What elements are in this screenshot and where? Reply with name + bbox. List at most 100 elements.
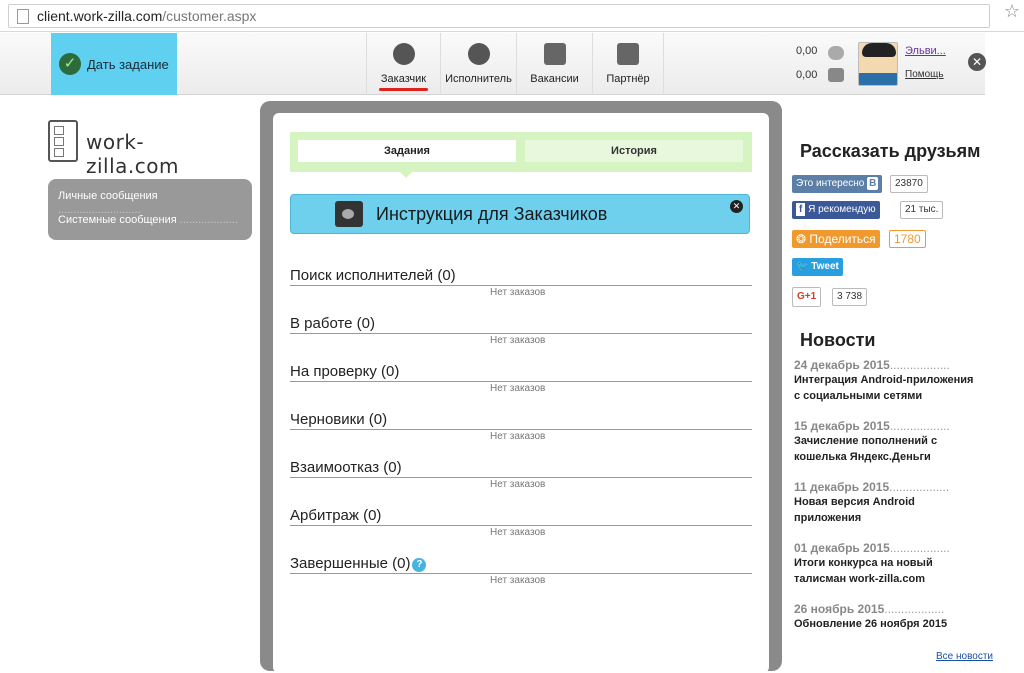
orders-section: На проверку (0) Нет заказов [290, 363, 752, 411]
section-title[interactable]: Арбитраж (0) [290, 507, 381, 524]
tab-performer[interactable]: Исполнитель [440, 33, 516, 95]
news-date: 24 декабрь 2015 [794, 358, 890, 372]
url-field[interactable]: client.work-zilla.com/customer.aspx [8, 4, 990, 28]
browser-address-bar: client.work-zilla.com/customer.aspx ☆ [0, 0, 1024, 32]
instruction-title: Инструкция для Заказчиков [376, 204, 608, 224]
section-title[interactable]: В работе (0) [290, 315, 375, 332]
news-text-line: кошелька Яндекс.Деньги [794, 451, 931, 463]
avatar-shirt [859, 73, 897, 85]
news-text-line: приложения [794, 512, 862, 524]
give-task-button[interactable]: ✓ Дать задание [51, 33, 177, 95]
news-date: 15 декабрь 2015 [794, 419, 890, 433]
section-title: Завершенные (0) [290, 555, 411, 572]
share-title: Рассказать друзьям [800, 141, 981, 161]
help-question-icon[interactable]: ? [412, 558, 427, 572]
orders-section: Черновики (0) Нет заказов [290, 411, 752, 459]
news-text-line: Интеграция Android-приложения [794, 374, 974, 386]
vk-share-label: Это интересно [796, 178, 865, 189]
orders-section: Взаимоотказ (0) Нет заказов [290, 459, 752, 507]
tab-customer[interactable]: Заказчик [366, 33, 440, 95]
main-panel-frame: Задания История Инструкция для Заказчико… [260, 101, 782, 673]
all-news-link[interactable]: Все новости [936, 651, 993, 662]
user-name-link[interactable]: Эльви... [905, 45, 946, 57]
avatar[interactable] [858, 42, 898, 86]
section-title[interactable]: Взаимоотказ (0) [290, 459, 402, 476]
wallet-icon [828, 68, 844, 82]
odnoklassniki-share-count: 1780 [889, 230, 926, 248]
empty-state-text: Нет заказов [490, 383, 546, 394]
messages-box: Личные сообщения .......................… [48, 179, 252, 240]
tab-vacancies[interactable]: Вакансии [516, 33, 592, 95]
personal-messages-label: Личные сообщения [58, 190, 158, 202]
section-title[interactable]: На проверку (0) [290, 363, 399, 380]
dots-leader: .................. [889, 480, 950, 494]
tab-performer-label: Исполнитель [445, 73, 512, 85]
give-task-label: Дать задание [87, 56, 169, 72]
vk-share-count: 23870 [890, 175, 928, 193]
partner-icon [617, 43, 639, 65]
dots-leader: .................. [889, 419, 950, 433]
news-item[interactable]: 26 ноябрь 2015.................. Обновле… [794, 602, 994, 632]
tab-history[interactable]: История [525, 140, 743, 162]
balance-top: 0,00 [796, 45, 818, 57]
close-icon[interactable]: ✕ [730, 200, 743, 213]
close-icon[interactable]: ✕ [968, 53, 986, 71]
news-text-line: Обновление 26 ноября 2015 [794, 618, 948, 630]
empty-state-text: Нет заказов [490, 527, 546, 538]
orders-section: Завершенные (0)? Нет заказов [290, 555, 752, 603]
logo-text: work-zilla.com [86, 130, 179, 178]
tab-partner[interactable]: Партнёр [592, 33, 664, 95]
section-title[interactable]: Поиск исполнителей (0) [290, 267, 456, 284]
news-date: 26 ноябрь 2015 [794, 602, 885, 616]
news-item[interactable]: 11 декабрь 2015.................. Новая … [794, 480, 994, 526]
help-link[interactable]: Помощь [905, 69, 944, 80]
instruction-banner[interactable]: Инструкция для Заказчиков ✕ [290, 194, 750, 234]
active-tab-underline [379, 88, 428, 91]
cloud-icon [828, 46, 844, 60]
divider [290, 477, 752, 478]
news-date: 11 декабрь 2015 [794, 480, 890, 494]
url-text[interactable]: client.work-zilla.com/customer.aspx [37, 8, 256, 24]
top-navigation: ✓ Дать задание Заказчик Исполнитель Вака… [0, 33, 986, 95]
news-item[interactable]: 24 декабрь 2015.................. Интегр… [794, 358, 994, 404]
odnoklassniki-share-button[interactable]: ❂ Поделиться [792, 230, 880, 248]
vk-icon: В [867, 177, 879, 190]
star-icon[interactable]: ☆ [1004, 1, 1020, 22]
divider [290, 525, 752, 526]
facebook-icon: f [796, 203, 806, 216]
empty-state-text: Нет заказов [490, 575, 546, 586]
news-title: Новости [800, 330, 876, 350]
customer-icon [392, 43, 415, 65]
dots-leader: ................... [179, 214, 238, 226]
tweet-button[interactable]: 🐦 Tweet [792, 258, 843, 276]
orders-section: В работе (0) Нет заказов [290, 315, 752, 363]
news-item[interactable]: 15 декабрь 2015.................. Зачисл… [794, 419, 994, 465]
personal-messages-link[interactable]: Личные сообщения .......................… [58, 189, 242, 216]
news-item[interactable]: 01 декабрь 2015.................. Итоги … [794, 541, 994, 587]
odnoklassniki-share-label: Поделиться [809, 232, 876, 246]
clapperboard-icon [335, 201, 363, 227]
odnoklassniki-icon: ❂ [796, 232, 807, 246]
site-logo[interactable]: work-zilla.com [48, 120, 234, 178]
logo-checkbox [54, 126, 64, 135]
facebook-share-button[interactable]: f Я рекомендую [792, 201, 880, 219]
vacancies-icon [543, 43, 566, 65]
section-title[interactable]: Черновики (0) [290, 411, 387, 428]
section-title-wrap[interactable]: Завершенные (0)? [290, 555, 427, 572]
orders-section: Поиск исполнителей (0) Нет заказов [290, 267, 752, 315]
system-messages-link[interactable]: Системные сообщения ................... [58, 213, 242, 237]
divider [290, 285, 752, 286]
tab-tasks[interactable]: Задания [298, 140, 516, 162]
performer-icon [467, 43, 490, 65]
tab-customer-label: Заказчик [380, 73, 427, 85]
logo-checklist-icon [48, 120, 78, 162]
dots-leader: .................. [889, 541, 950, 555]
google-plus-button[interactable]: G+1 [792, 287, 822, 307]
vk-share-button[interactable]: Это интересно В [792, 175, 883, 193]
facebook-share-label: Я рекомендую [808, 204, 876, 215]
twitter-icon: 🐦 [796, 261, 809, 272]
google-plus-count: 3 738 [832, 288, 868, 306]
balance-bottom: 0,00 [796, 69, 818, 81]
checkmark-icon: ✓ [59, 53, 81, 75]
divider [290, 429, 752, 430]
